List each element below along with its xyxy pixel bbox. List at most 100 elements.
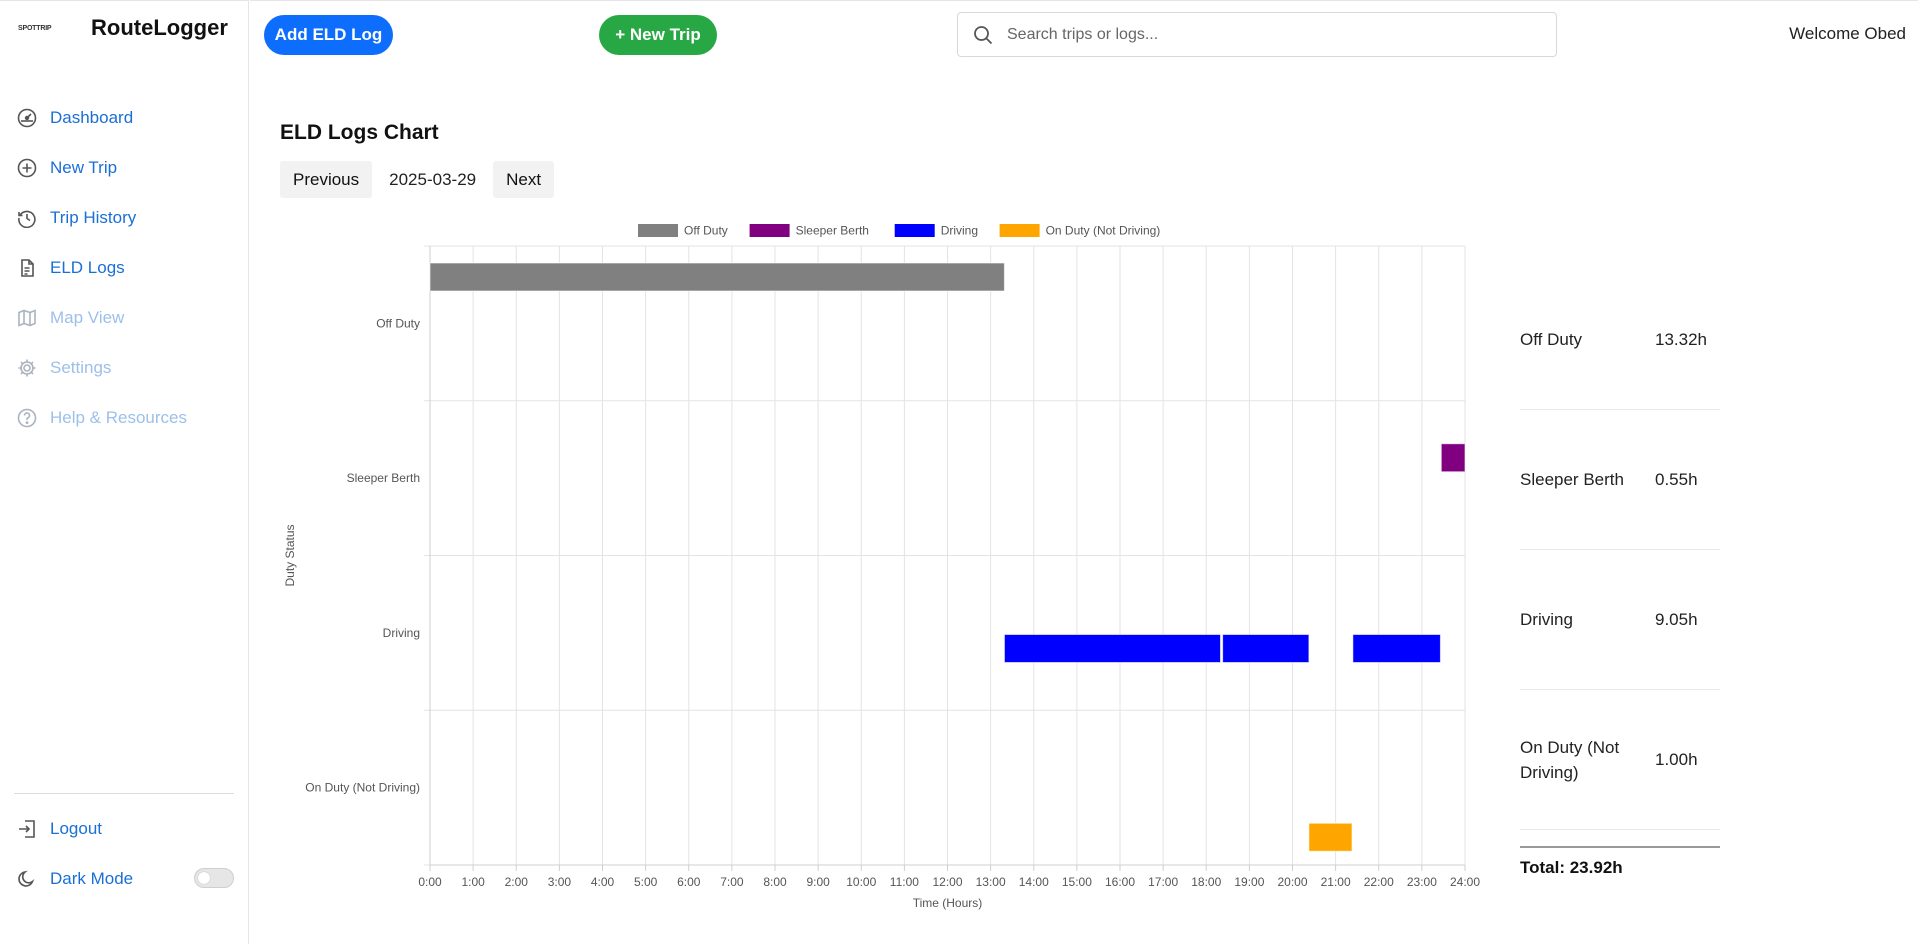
date-navigation: Previous 2025-03-29 Next: [280, 161, 555, 198]
x-tick-label: 0:00: [418, 875, 442, 889]
sidebar-nav: Dashboard New Trip Trip History ELD Logs…: [16, 93, 187, 443]
new-trip-button[interactable]: + New Trip: [599, 15, 717, 55]
x-tick-label: 6:00: [677, 875, 701, 889]
summary-value: 9.05h: [1655, 609, 1698, 629]
previous-button[interactable]: Previous: [280, 161, 373, 198]
y-axis-title: Duty Status: [283, 524, 297, 586]
x-tick-label: 18:00: [1191, 875, 1221, 889]
legend-label: Driving: [941, 224, 978, 238]
dark-mode-label: Dark Mode: [50, 869, 134, 888]
sidebar-divider: [14, 793, 234, 794]
x-tick-label: 22:00: [1364, 875, 1394, 889]
summary-row: Off Duty 13.32h: [1520, 270, 1720, 410]
summary-label: Sleeper Berth: [1520, 470, 1624, 489]
plus-circle-icon: [16, 157, 38, 179]
eld-chart-svg: Off Duty Sleeper Berth Driving On Duty (Not…: [283, 224, 1480, 911]
x-axis-title: Time (Hours): [913, 896, 983, 910]
sidebar-item-eld-logs[interactable]: ELD Logs: [16, 243, 187, 293]
duty-bar: [1440, 443, 1466, 473]
sidebar-item-label: Trip History: [50, 208, 137, 227]
x-tick-label: 2:00: [505, 875, 529, 889]
sidebar-item-trip-history[interactable]: Trip History: [16, 193, 187, 243]
y-tick-label: Sleeper Berth: [347, 471, 420, 485]
x-tick-label: 10:00: [846, 875, 876, 889]
history-icon: [16, 207, 38, 229]
map-icon: [16, 307, 38, 329]
duty-bar: [1003, 634, 1221, 663]
summary-row: On Duty (Not Driving) 1.00h: [1520, 690, 1720, 830]
document-icon: [16, 257, 38, 279]
x-tick-label: 11:00: [890, 875, 919, 889]
current-date: 2025-03-29: [389, 169, 477, 189]
search-input[interactable]: [1007, 25, 1556, 44]
sidebar-bottom: Logout Dark Mode: [16, 804, 236, 904]
duty-bar: [1222, 634, 1310, 663]
y-tick-label: Driving: [383, 626, 420, 640]
summary-value: 0.55h: [1655, 469, 1698, 489]
x-tick-label: 21:00: [1321, 875, 1351, 889]
toggle-knob: [198, 872, 210, 884]
x-tick-label: 12:00: [932, 875, 962, 889]
legend-swatch: [638, 224, 678, 237]
sidebar-item-map-view[interactable]: Map View: [16, 293, 187, 343]
x-tick-label: 23:00: [1407, 875, 1437, 889]
x-tick-label: 20:00: [1277, 875, 1307, 889]
summary-value: 1.00h: [1655, 749, 1698, 769]
moon-icon: [16, 868, 38, 890]
summary-row: Driving 9.05h: [1520, 550, 1720, 690]
legend-swatch: [894, 224, 935, 237]
sidebar-item-label: Help & Resources: [50, 408, 188, 427]
duty-bar: [429, 262, 1005, 292]
sidebar-item-new-trip[interactable]: New Trip: [16, 143, 187, 193]
logout-button[interactable]: Logout: [16, 804, 236, 854]
sidebar-item-label: Dashboard: [50, 108, 134, 127]
help-icon: [16, 407, 38, 429]
top-bar: Add ELD Log + New Trip Welcome Obed: [250, 0, 1918, 66]
next-button[interactable]: Next: [493, 161, 555, 198]
x-tick-label: 3:00: [548, 875, 572, 889]
x-tick-label: 17:00: [1148, 875, 1178, 889]
sidebar: SPOTTRIP RouteLogger Dashboard New Trip …: [0, 0, 249, 944]
sidebar-item-label: New Trip: [50, 158, 118, 177]
y-tick-label: Off Duty: [376, 316, 420, 330]
x-tick-label: 15:00: [1062, 875, 1092, 889]
x-tick-label: 8:00: [763, 875, 787, 889]
eld-chart: Off Duty Sleeper Berth Driving On Duty (Not…: [270, 215, 1490, 915]
summary-value: 13.32h: [1655, 329, 1707, 349]
add-eld-log-button[interactable]: Add ELD Log: [264, 15, 393, 55]
legend-label: Off Duty: [684, 224, 728, 238]
x-tick-label: 19:00: [1234, 875, 1264, 889]
summary-row: Sleeper Berth 0.55h: [1520, 410, 1720, 550]
duty-bar: [1308, 822, 1353, 852]
x-tick-label: 7:00: [720, 875, 744, 889]
duty-summary: Off Duty 13.32h Sleeper Berth 0.55h Driv…: [1520, 270, 1720, 878]
legend-label: Sleeper Berth: [796, 224, 869, 238]
summary-label: Driving: [1520, 610, 1573, 629]
legend-swatch: [999, 224, 1040, 237]
brand-logo: SPOTTRIP: [18, 24, 52, 32]
brand-name: RouteLogger: [91, 15, 228, 40]
welcome-text: Welcome Obed: [1789, 24, 1906, 43]
sidebar-item-label: ELD Logs: [50, 258, 125, 277]
x-tick-label: 13:00: [976, 875, 1006, 889]
legend-swatch: [749, 224, 790, 237]
sidebar-item-help[interactable]: Help & Resources: [16, 393, 187, 443]
x-tick-label: 1:00: [461, 875, 485, 889]
x-tick-label: 24:00: [1450, 875, 1480, 889]
x-tick-label: 9:00: [806, 875, 830, 889]
logout-label: Logout: [50, 819, 102, 838]
dark-mode-toggle[interactable]: [194, 868, 234, 888]
page-title: ELD Logs Chart: [280, 121, 439, 144]
logout-icon: [16, 818, 38, 840]
sidebar-item-dashboard[interactable]: Dashboard: [16, 93, 187, 143]
summary-total: Total: 23.92h: [1520, 846, 1720, 878]
x-tick-label: 16:00: [1105, 875, 1135, 889]
sidebar-item-settings[interactable]: Settings: [16, 343, 187, 393]
brand[interactable]: SPOTTRIP RouteLogger: [18, 15, 228, 41]
y-tick-label: On Duty (Not Driving): [305, 781, 420, 795]
summary-label: Off Duty: [1520, 330, 1583, 349]
x-tick-label: 14:00: [1019, 875, 1049, 889]
dark-mode-row: Dark Mode: [16, 854, 236, 904]
x-tick-label: 4:00: [591, 875, 615, 889]
summary-label: On Duty (Not Driving): [1520, 737, 1620, 782]
